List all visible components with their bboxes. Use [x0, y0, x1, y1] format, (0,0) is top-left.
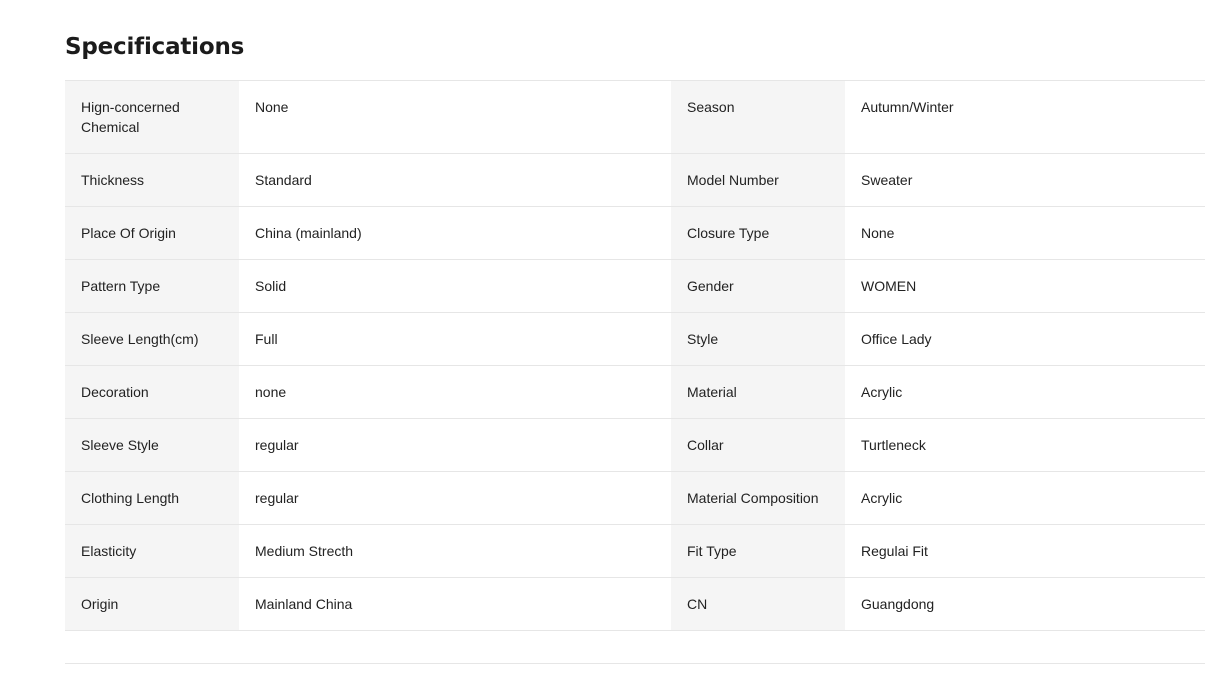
spec-name: Place Of Origin — [65, 207, 239, 259]
spec-name: Elasticity — [65, 525, 239, 577]
spec-name: Origin — [65, 578, 239, 630]
spec-value: Medium Strecth — [239, 525, 671, 577]
spec-name: Fit Type — [671, 525, 845, 577]
table-row: Pattern Type Solid Gender WOMEN — [65, 260, 1205, 313]
spec-name: Pattern Type — [65, 260, 239, 312]
specifications-table: Hign-concerned Chemical None Season Autu… — [65, 80, 1205, 631]
spec-value: regular — [239, 472, 671, 524]
section-divider — [65, 663, 1205, 664]
spec-value: Acrylic — [845, 472, 1205, 524]
spec-name: Model Number — [671, 154, 845, 206]
spec-name: Gender — [671, 260, 845, 312]
table-row: Clothing Length regular Material Composi… — [65, 472, 1205, 525]
table-row: Origin Mainland China CN Guangdong — [65, 578, 1205, 631]
section-title: Specifications — [65, 34, 245, 60]
spec-value: regular — [239, 419, 671, 471]
spec-value: Acrylic — [845, 366, 1205, 418]
spec-name: Style — [671, 313, 845, 365]
table-row: Elasticity Medium Strecth Fit Type Regul… — [65, 525, 1205, 578]
spec-value: Guangdong — [845, 578, 1205, 630]
spec-value: Office Lady — [845, 313, 1205, 365]
spec-value: None — [845, 207, 1205, 259]
spec-name: Collar — [671, 419, 845, 471]
spec-value: China (mainland) — [239, 207, 671, 259]
spec-name: Sleeve Style — [65, 419, 239, 471]
spec-value: Mainland China — [239, 578, 671, 630]
spec-name: CN — [671, 578, 845, 630]
spec-name: Decoration — [65, 366, 239, 418]
spec-value: Turtleneck — [845, 419, 1205, 471]
spec-name: Sleeve Length(cm) — [65, 313, 239, 365]
spec-value: WOMEN — [845, 260, 1205, 312]
spec-name: Closure Type — [671, 207, 845, 259]
table-row: Place Of Origin China (mainland) Closure… — [65, 207, 1205, 260]
spec-name: Hign-concerned Chemical — [65, 81, 239, 153]
spec-value: Sweater — [845, 154, 1205, 206]
spec-name: Thickness — [65, 154, 239, 206]
spec-value: none — [239, 366, 671, 418]
spec-value: Solid — [239, 260, 671, 312]
spec-name: Season — [671, 81, 845, 153]
spec-name: Material Composition — [671, 472, 845, 524]
spec-value: None — [239, 81, 671, 153]
spec-name: Clothing Length — [65, 472, 239, 524]
spec-value: Regulai Fit — [845, 525, 1205, 577]
table-row: Decoration none Material Acrylic — [65, 366, 1205, 419]
table-row: Hign-concerned Chemical None Season Autu… — [65, 81, 1205, 154]
spec-name: Material — [671, 366, 845, 418]
spec-value: Autumn/Winter — [845, 81, 1205, 153]
table-row: Sleeve Style regular Collar Turtleneck — [65, 419, 1205, 472]
table-row: Thickness Standard Model Number Sweater — [65, 154, 1205, 207]
table-row: Sleeve Length(cm) Full Style Office Lady — [65, 313, 1205, 366]
spec-value: Standard — [239, 154, 671, 206]
spec-value: Full — [239, 313, 671, 365]
